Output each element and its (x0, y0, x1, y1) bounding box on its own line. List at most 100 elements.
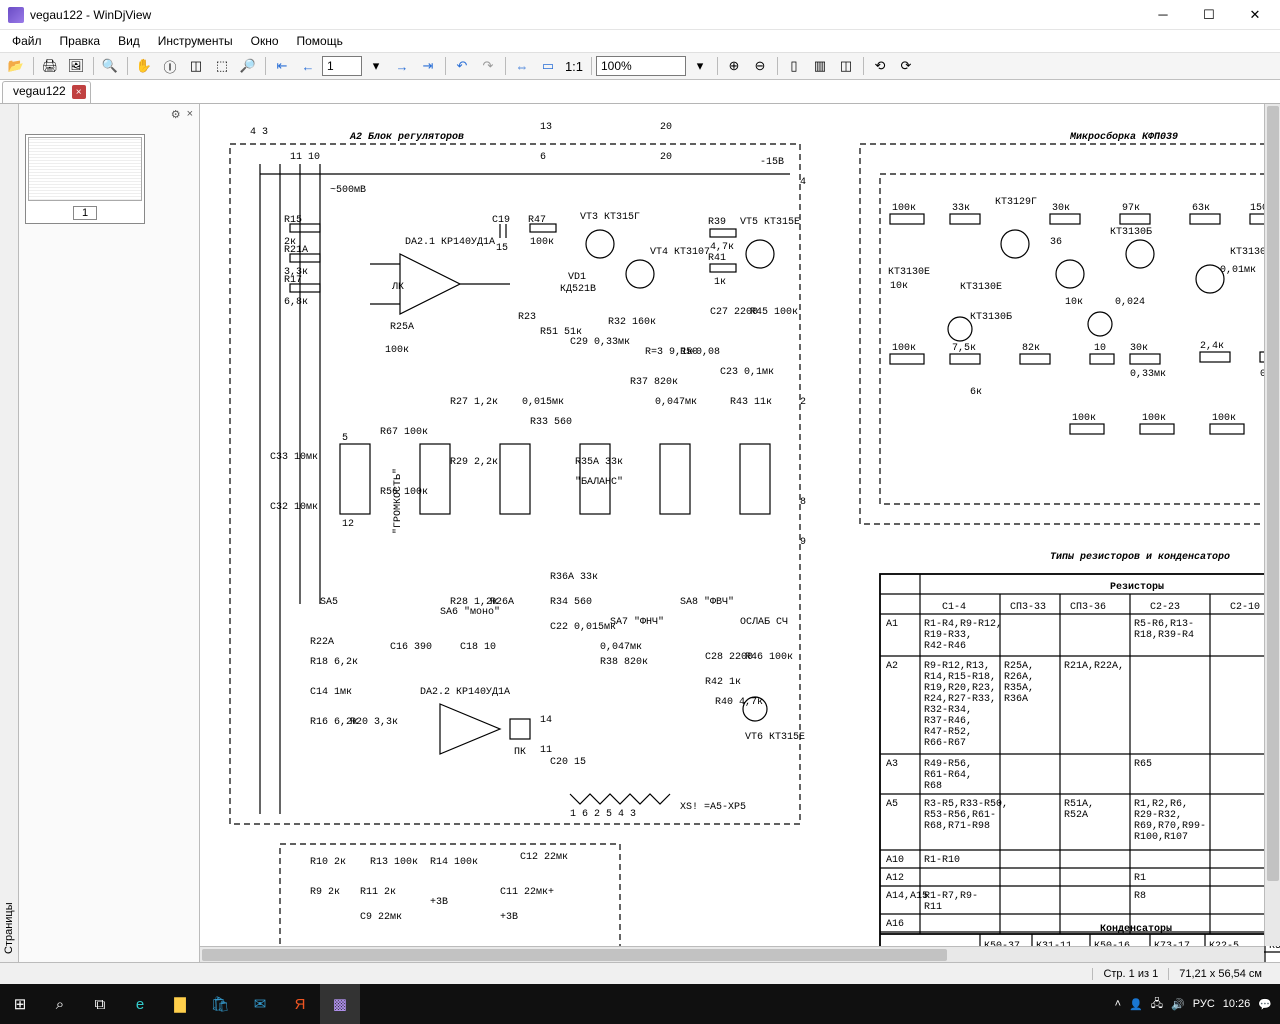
zoom-in-icon[interactable]: ⊕ (722, 55, 746, 77)
svg-text:SA8 "ФВЧ": SA8 "ФВЧ" (680, 596, 734, 608)
svg-text:R21A,R22A,: R21A,R22A, (1064, 661, 1124, 672)
tray-net-icon[interactable]: 🖧 (1151, 995, 1163, 1014)
svg-text:R49-R56,: R49-R56, (924, 759, 972, 770)
layout-facing-icon[interactable]: ◫ (834, 55, 858, 77)
loupe-icon[interactable]: 🔎 (236, 55, 260, 77)
svg-text:R5-R6,R13-: R5-R6,R13- (1134, 619, 1194, 630)
scrollbar-horizontal[interactable] (200, 946, 1264, 962)
svg-text:R8: R8 (1134, 891, 1146, 902)
systray[interactable]: ˄ 👤 🖧 🔊 РУС 10:26 💬 (1107, 995, 1280, 1014)
fwd-icon[interactable]: ↷ (476, 55, 500, 77)
hand-icon[interactable]: ✋ (132, 55, 156, 77)
tray-time[interactable]: 10:26 (1223, 998, 1251, 1010)
edge-icon[interactable]: e (120, 984, 160, 1024)
back-icon[interactable]: ↶ (450, 55, 474, 77)
page-thumbnail[interactable]: 1 (25, 134, 145, 224)
tray-lang[interactable]: РУС (1193, 998, 1215, 1010)
export-icon[interactable]: 🖼 (64, 55, 88, 77)
svg-text:R41: R41 (708, 253, 726, 264)
zoom-input[interactable] (596, 56, 686, 76)
svg-text:R68: R68 (924, 781, 942, 792)
svg-text:"ГРОМКОСТЬ": "ГРОМКОСТЬ" (392, 468, 404, 534)
svg-text:R10 2к: R10 2к (310, 857, 346, 868)
svg-text:R32 160к: R32 160к (608, 317, 656, 328)
svg-text:SA5: SA5 (320, 597, 338, 608)
menu-edit[interactable]: Правка (52, 32, 109, 50)
mail-icon[interactable]: ✉ (240, 984, 280, 1024)
svg-text:100к: 100к (892, 203, 916, 214)
actual-icon[interactable]: 1:1 (562, 55, 586, 77)
explorer-icon[interactable]: ▇ (160, 984, 200, 1024)
rotate-l-icon[interactable]: ⟲ (868, 55, 892, 77)
svg-text:R67 100к: R67 100к (380, 427, 428, 438)
menu-file[interactable]: Файл (4, 32, 50, 50)
svg-text:VT5 КТ315Е: VT5 КТ315Е (740, 217, 800, 228)
statusbar: Стр. 1 из 1 71,21 x 56,54 см (0, 962, 1280, 984)
store-icon[interactable]: 🛍 (200, 984, 240, 1024)
first-page-icon[interactable]: ⇤ (270, 55, 294, 77)
svg-text:С33 10мк: С33 10мк (270, 452, 318, 463)
svg-text:8: 8 (800, 497, 806, 508)
taskview-icon[interactable]: ⧉ (80, 984, 120, 1024)
svg-text:R17: R17 (284, 275, 302, 286)
start-icon[interactable]: ⊞ (0, 984, 40, 1024)
maximize-button[interactable]: ☐ (1186, 0, 1232, 30)
menu-tools[interactable]: Инструменты (150, 32, 241, 50)
svg-text:R20 3,3к: R20 3,3к (350, 717, 398, 728)
svg-text:R26A: R26A (490, 597, 514, 608)
svg-text:R37-R46,: R37-R46, (924, 716, 972, 727)
menu-window[interactable]: Окно (243, 32, 287, 50)
svg-text:R34 560: R34 560 (550, 597, 592, 608)
svg-text:4,7к: 4,7к (710, 242, 734, 253)
svg-text:R56 100к: R56 100к (380, 487, 428, 498)
page-dd-icon[interactable]: ▾ (364, 55, 388, 77)
sidebar-settings-icon[interactable]: ⚙ (171, 108, 181, 121)
svg-text:С2-10: С2-10 (1230, 602, 1260, 613)
svg-text:R51 51к: R51 51к (540, 327, 582, 338)
svg-text:12: 12 (342, 519, 354, 530)
svg-text:R1: R1 (1134, 873, 1146, 884)
next-page-icon[interactable]: → (390, 55, 414, 77)
fit-page-icon[interactable]: ▭ (536, 55, 560, 77)
close-tab-icon[interactable]: × (72, 85, 86, 99)
fit-width-icon[interactable]: ⇔ (510, 55, 534, 77)
search-icon[interactable]: ⌕ (40, 984, 80, 1024)
marquee-icon[interactable]: ◫ (184, 55, 208, 77)
windjview-icon[interactable]: ▩ (320, 984, 360, 1024)
tray-vol-icon[interactable]: 🔊 (1171, 998, 1185, 1011)
doc-tab[interactable]: vegau122 × (2, 81, 91, 103)
sidebar-close-icon[interactable]: × (187, 108, 193, 121)
zoom-out-icon[interactable]: ⊖ (748, 55, 772, 77)
sidebar-tab-pages[interactable]: Страницы (0, 104, 19, 962)
zoom-rect-icon[interactable]: ⬚ (210, 55, 234, 77)
svg-text:R1-R10: R1-R10 (924, 855, 960, 866)
tray-up-icon[interactable]: ˄ (1115, 998, 1121, 1010)
zoom-dd-icon[interactable]: ▾ (688, 55, 712, 77)
svg-text:2,4к: 2,4к (1200, 341, 1224, 352)
close-button[interactable]: ✕ (1232, 0, 1278, 30)
page-input[interactable] (322, 56, 362, 76)
document-viewer[interactable]: А2 Блок регуляторов Микросборка КФП039 Т… (200, 104, 1280, 962)
layout-cont-icon[interactable]: ▥ (808, 55, 832, 77)
svg-text:R61-R64,: R61-R64, (924, 770, 972, 781)
open-icon[interactable]: 📂 (4, 55, 28, 77)
tray-notif-icon[interactable]: 💬 (1258, 998, 1272, 1011)
svg-text:R100,R107: R100,R107 (1134, 832, 1188, 843)
minimize-button[interactable]: ─ (1140, 0, 1186, 30)
menu-view[interactable]: Вид (110, 32, 148, 50)
svg-text:R11: R11 (924, 902, 942, 913)
rotate-r-icon[interactable]: ⟳ (894, 55, 918, 77)
print-icon[interactable]: 🖨 (38, 55, 62, 77)
select-icon[interactable]: Ⓘ (158, 55, 182, 77)
layout-single-icon[interactable]: ▯ (782, 55, 806, 77)
svg-text:КТ3130Е: КТ3130Е (888, 267, 930, 278)
yandex-icon[interactable]: Я (280, 984, 320, 1024)
svg-text:R29 2,2к: R29 2,2к (450, 457, 498, 468)
menu-help[interactable]: Помощь (289, 32, 351, 50)
prev-page-icon[interactable]: ← (296, 55, 320, 77)
last-page-icon[interactable]: ⇥ (416, 55, 440, 77)
find-icon[interactable]: 🔍 (98, 55, 122, 77)
scrollbar-vertical[interactable] (1264, 104, 1280, 946)
tray-people-icon[interactable]: 👤 (1129, 998, 1143, 1011)
window-title: vegau122 - WinDjView (30, 8, 1140, 22)
